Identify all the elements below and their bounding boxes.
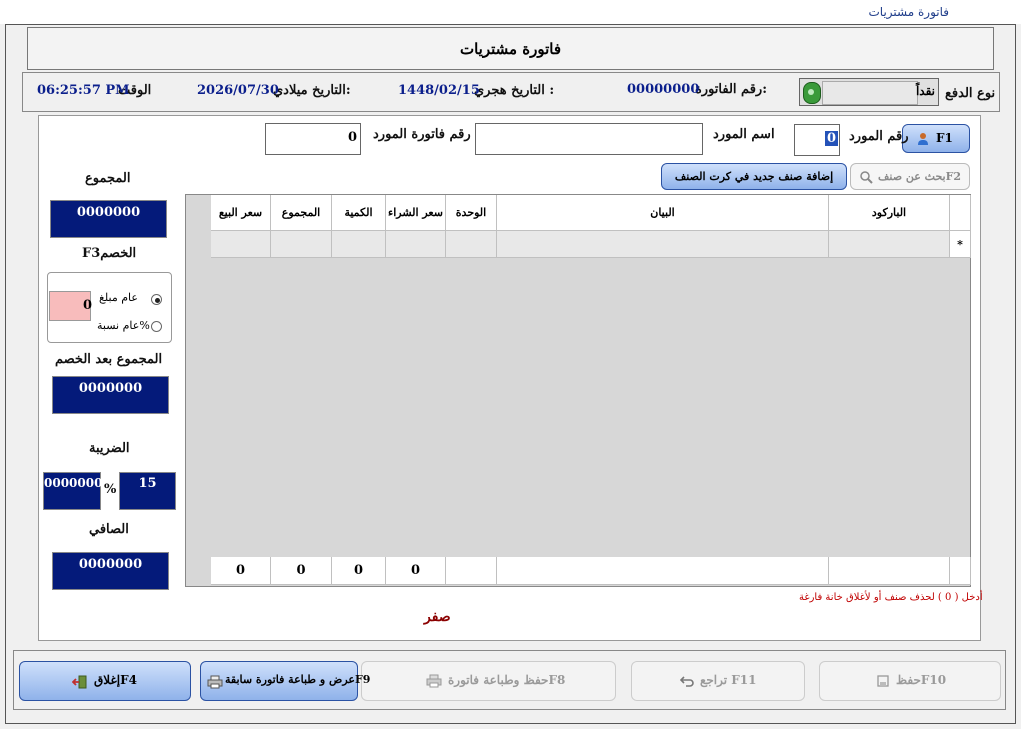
cell-barcode[interactable]	[829, 231, 950, 258]
payment-type-value: نقداً	[915, 84, 935, 98]
column-header-sale-price[interactable]: سعر البيع	[211, 195, 271, 231]
discount-value: 0	[83, 298, 93, 313]
form-header: فاتورة مشتريات	[27, 27, 994, 70]
save-icon	[876, 674, 890, 688]
supplier-invoice-input[interactable]: 0	[265, 123, 361, 155]
items-grid[interactable]: الباركود البيان الوحدة سعر الشراء الكمية…	[185, 194, 971, 587]
tax-percent-sign: %	[104, 482, 117, 497]
search-icon	[859, 170, 873, 184]
add-new-item-label: إضافة صنف جديد في كرت الصنف	[674, 170, 834, 183]
tax-label: الضريبة	[89, 441, 130, 456]
after-discount-value: 0000000	[52, 376, 169, 414]
supplier-lookup-label: F1	[936, 131, 953, 145]
supplier-name-input[interactable]	[475, 123, 703, 155]
delete-hint: أدخل ( 0 ) لحذف صنف أو لأغلاق خانة فارغة	[799, 592, 983, 603]
supplier-invoice-value: 0	[348, 130, 358, 145]
add-new-item-button[interactable]: إضافة صنف جديد في كرت الصنف	[661, 163, 847, 190]
net-value: 0000000	[52, 552, 169, 590]
gregorian-date-value: 2026/07/30	[197, 83, 279, 98]
tax-value: 0000000	[43, 472, 102, 510]
column-header-unit[interactable]: الوحدة	[446, 195, 497, 231]
gregorian-date-label: التاريخ ميلادي:	[273, 83, 351, 98]
supplier-number-label: رقم المورد	[849, 129, 909, 144]
supplier-lookup-button[interactable]: F1	[902, 124, 970, 153]
cell-quantity[interactable]	[332, 231, 386, 258]
dropdown-icon[interactable]	[803, 82, 821, 104]
printer-icon	[207, 675, 223, 689]
window-titlebar: فاتورة مشتريات	[0, 0, 1021, 24]
totals-purchase-price: 0	[386, 557, 446, 585]
totals-barcode	[829, 557, 950, 585]
new-row-marker: *	[950, 231, 971, 258]
cell-sale-price[interactable]	[211, 231, 271, 258]
search-item-button[interactable]: بحث عن صنفF2	[850, 163, 970, 190]
column-header-barcode[interactable]: الباركود	[829, 195, 950, 231]
discount-amount-radio[interactable]	[151, 294, 162, 305]
save-button-label: حفظF10	[896, 673, 947, 687]
discount-input[interactable]: 0	[49, 291, 93, 321]
save-button[interactable]: حفظF10	[819, 661, 1001, 701]
column-header-description[interactable]: البيان	[497, 195, 829, 231]
page-title: فاتورة مشتريات	[459, 40, 562, 58]
undo-button-label: تراجع F11	[700, 673, 757, 687]
totals-total: 0	[271, 557, 332, 585]
discount-percent-radio[interactable]	[151, 321, 162, 332]
payment-type-combo[interactable]: نقداً	[799, 78, 939, 106]
undo-icon	[679, 674, 694, 688]
discount-percent-label: عام نسبة%	[97, 319, 150, 332]
totals-sale-price: 0	[211, 557, 271, 585]
time-value: 06:25:57 PM	[37, 83, 130, 98]
grid-row-header-corner	[950, 195, 971, 231]
view-previous-invoice-button[interactable]: عرض و طباعة فاتورة سابقةF9	[200, 661, 370, 701]
totals-quantity: 0	[332, 557, 386, 585]
hijri-date-value: 1448/02/15	[398, 83, 480, 98]
supplier-name-label: اسم المورد	[713, 127, 775, 142]
totals-row-header	[950, 557, 971, 585]
window-title: فاتورة مشتريات	[868, 5, 950, 19]
cell-total[interactable]	[271, 231, 332, 258]
cell-unit[interactable]	[446, 231, 497, 258]
undo-button[interactable]: تراجع F11	[631, 661, 805, 701]
column-header-total[interactable]: المجموع	[271, 195, 332, 231]
close-button-label: إغلاقF4	[94, 673, 137, 687]
hijri-date-label: التاريخ هجري :	[474, 83, 555, 98]
net-label: الصافي	[89, 522, 129, 537]
totals-description	[497, 557, 829, 585]
close-button[interactable]: إغلاقF4	[19, 661, 191, 701]
save-print-button-label: حفظ وطباعة فاتورةF8	[448, 673, 566, 687]
cell-description[interactable]	[497, 231, 829, 258]
exit-door-icon	[71, 674, 88, 690]
payment-type-field[interactable]	[822, 81, 918, 105]
total-label: المجموع	[85, 171, 131, 186]
supplier-number-input[interactable]: 0	[794, 124, 840, 156]
column-header-quantity[interactable]: الكمية	[332, 195, 386, 231]
user-icon	[917, 132, 929, 145]
cell-purchase-price[interactable]	[386, 231, 446, 258]
tax-rate-value: 15	[119, 472, 176, 510]
supplier-invoice-label: رقم فاتورة المورد	[373, 127, 471, 142]
supplier-number-value: 0	[825, 131, 839, 146]
total-value: 0000000	[50, 200, 167, 238]
search-item-label: بحث عن صنفF2	[878, 170, 962, 183]
amount-in-words: صفر	[424, 609, 451, 625]
view-previous-invoice-label: عرض و طباعة فاتورة سابقةF9	[225, 673, 371, 686]
save-print-button[interactable]: حفظ وطباعة فاتورةF8	[361, 661, 616, 701]
printer-icon	[426, 674, 442, 688]
discount-label: F3الخصم	[82, 246, 137, 261]
invoice-number-label: رقم الفاتورة:	[695, 82, 768, 97]
invoice-number-value: 00000000	[627, 82, 700, 97]
after-discount-label: المجموع بعد الخصم	[55, 352, 163, 367]
column-header-purchase-price[interactable]: سعر الشراء	[386, 195, 446, 231]
discount-amount-label: عام مبلغ	[99, 291, 138, 304]
payment-type-label: نوع الدفع	[945, 86, 996, 101]
totals-unit	[446, 557, 497, 585]
